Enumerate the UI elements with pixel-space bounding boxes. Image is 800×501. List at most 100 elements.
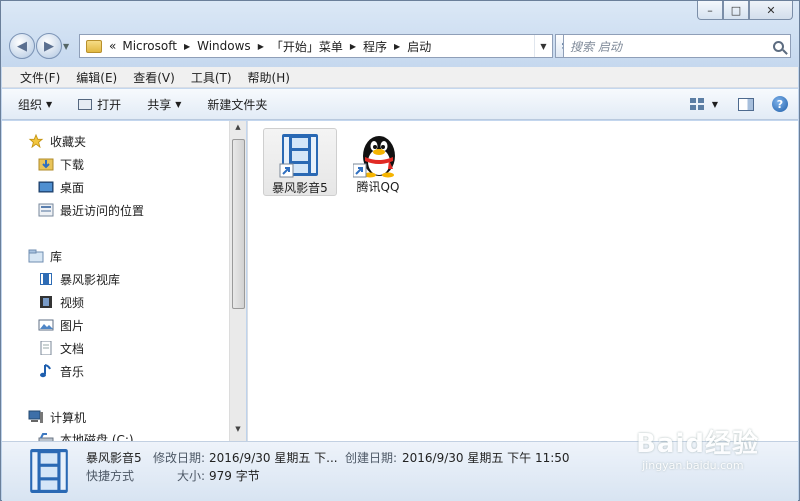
- back-arrow-icon: ◀: [17, 38, 27, 54]
- breadcrumb: « Microsoft ▶ Windows ▶ 「开始」菜单 ▶ 程序 ▶ 启动: [106, 38, 434, 55]
- baidu-watermark: Baid经验 jingyan.baidu.com: [636, 423, 759, 472]
- file-item-baofeng[interactable]: 暴风影音5: [263, 128, 337, 196]
- organize-button[interactable]: 组织 ▼: [18, 96, 52, 113]
- navigation-row: ◀ ▶ ▼ « Microsoft ▶ Windows ▶ 「开始」菜单 ▶ 程…: [9, 30, 791, 62]
- details-modified-label: 修改日期:: [153, 451, 206, 465]
- search-placeholder: 搜索 启动: [570, 39, 622, 54]
- nav-item-label: 下载: [60, 157, 85, 172]
- open-button[interactable]: 打开: [78, 96, 121, 113]
- chevron-down-icon: ▼: [175, 99, 182, 109]
- details-file-name: 暴风影音5: [86, 451, 142, 465]
- nav-item-label: 桌面: [60, 180, 85, 195]
- menu-tools[interactable]: 工具(T): [183, 69, 240, 86]
- breadcrumb-programs[interactable]: 程序: [360, 38, 390, 55]
- breadcrumb-startup[interactable]: 启动: [404, 38, 434, 55]
- nav-item-documents[interactable]: 文档: [38, 337, 84, 359]
- navigation-scrollbar[interactable]: ▲ ▼: [229, 121, 246, 441]
- nav-item-label: 本地磁盘 (C:): [60, 432, 134, 442]
- file-name: 腾讯QQ: [356, 180, 400, 194]
- search-icon[interactable]: [773, 40, 784, 52]
- nav-item-baofeng-library[interactable]: 暴风影视库: [38, 268, 120, 290]
- nav-item-desktop[interactable]: 桌面: [38, 176, 84, 198]
- breadcrumb-windows[interactable]: Windows: [194, 39, 254, 53]
- nav-item-label: 文档: [60, 341, 85, 356]
- back-button[interactable]: ◀: [9, 33, 35, 59]
- menu-view[interactable]: 查看(V): [125, 69, 183, 86]
- scrollbar-thumb[interactable]: [232, 139, 245, 309]
- nav-libraries[interactable]: 库: [28, 245, 62, 267]
- breadcrumb-start-menu[interactable]: 「开始」菜单: [268, 38, 346, 55]
- menu-bar: 文件(F) 编辑(E) 查看(V) 工具(T) 帮助(H): [2, 67, 798, 88]
- recent-places-icon: [38, 203, 54, 217]
- recent-pages-dropdown[interactable]: ▼: [63, 42, 73, 51]
- share-button[interactable]: 共享 ▼: [147, 96, 181, 113]
- chevron-right-icon[interactable]: ▶: [390, 42, 404, 51]
- search-input[interactable]: 搜索 启动: [563, 34, 791, 58]
- share-label: 共享: [147, 97, 172, 112]
- computer-icon: [28, 410, 43, 423]
- new-folder-button[interactable]: 新建文件夹: [207, 96, 267, 113]
- selected-file-icon: [30, 449, 68, 493]
- watermark-text: Baid经验: [636, 429, 759, 459]
- details-created-value: 2016/9/30 星期五 下午 11:50: [402, 451, 570, 465]
- forward-arrow-icon: ▶: [44, 38, 54, 54]
- chevron-down-icon: ▼: [46, 99, 53, 109]
- forward-button[interactable]: ▶: [36, 33, 62, 59]
- breadcrumb-overflow[interactable]: «: [106, 39, 119, 53]
- nav-libraries-label: 库: [50, 249, 63, 264]
- nav-item-pictures[interactable]: 图片: [38, 314, 84, 336]
- music-note-icon: [40, 364, 51, 378]
- view-dropdown-icon[interactable]: ▼: [712, 100, 718, 109]
- nav-item-music[interactable]: 音乐: [38, 360, 84, 382]
- details-created-label: 创建日期:: [345, 451, 398, 465]
- file-list-pane: 暴风影音5 腾讯QQ: [247, 121, 798, 441]
- nav-item-recent-places[interactable]: 最近访问的位置: [38, 199, 144, 221]
- nav-computer[interactable]: 计算机: [28, 406, 86, 428]
- maximize-button[interactable]: □: [723, 1, 749, 20]
- navigation-pane: 收藏夹 下载 桌面 最近访问的位置 库 暴风影视库 视频 图片 文档 音乐 计算…: [2, 121, 229, 441]
- change-view-icon[interactable]: [689, 98, 704, 110]
- menu-file[interactable]: 文件(F): [12, 69, 68, 86]
- nav-item-downloads[interactable]: 下载: [38, 153, 84, 175]
- nav-favorites[interactable]: 收藏夹: [28, 130, 86, 152]
- downloads-folder-icon: [38, 158, 54, 171]
- chevron-right-icon[interactable]: ▶: [180, 42, 194, 51]
- address-bar[interactable]: « Microsoft ▶ Windows ▶ 「开始」菜单 ▶ 程序 ▶ 启动…: [79, 34, 553, 58]
- disk-drive-icon: [38, 433, 54, 441]
- file-item-qq[interactable]: 腾讯QQ: [341, 128, 415, 196]
- nav-favorites-label: 收藏夹: [50, 134, 87, 149]
- address-dropdown-button[interactable]: ▼: [534, 35, 552, 57]
- nav-item-label: 音乐: [60, 364, 85, 379]
- film-library-icon: [40, 273, 52, 285]
- open-label: 打开: [97, 97, 122, 112]
- chevron-right-icon[interactable]: ▶: [346, 42, 360, 51]
- breadcrumb-microsoft[interactable]: Microsoft: [119, 39, 180, 53]
- documents-icon: [40, 341, 52, 355]
- qq-penguin-icon: [353, 136, 395, 178]
- nav-item-videos[interactable]: 视频: [38, 291, 84, 313]
- details-size-label: 大小:: [177, 469, 206, 483]
- star-icon: [28, 134, 44, 148]
- preview-pane-icon[interactable]: [738, 97, 754, 111]
- organize-label: 组织: [18, 97, 43, 112]
- menu-help[interactable]: 帮助(H): [240, 69, 298, 86]
- open-icon: [78, 98, 93, 110]
- details-modified-value: 2016/9/30 星期五 下...: [209, 451, 338, 465]
- nav-item-label: 图片: [60, 318, 85, 333]
- caption-buttons: – □ ✕: [697, 1, 793, 20]
- scroll-down-icon[interactable]: ▼: [230, 425, 246, 439]
- chevron-right-icon[interactable]: ▶: [254, 42, 268, 51]
- video-icon: [40, 296, 52, 308]
- watermark-sub: jingyan.baidu.com: [642, 459, 744, 472]
- scroll-up-icon[interactable]: ▲: [230, 123, 246, 137]
- minimize-button[interactable]: –: [697, 1, 723, 20]
- nav-item-label: 暴风影视库: [60, 272, 121, 287]
- help-icon[interactable]: ?: [772, 96, 788, 112]
- close-button[interactable]: ✕: [749, 1, 793, 20]
- menu-edit[interactable]: 编辑(E): [68, 69, 125, 86]
- nav-computer-label: 计算机: [50, 410, 87, 425]
- details-file-type: 快捷方式: [86, 469, 135, 483]
- nav-item-local-disk[interactable]: 本地磁盘 (C:): [38, 428, 134, 441]
- film-shortcut-icon: [279, 134, 318, 178]
- nav-item-label: 最近访问的位置: [60, 203, 145, 218]
